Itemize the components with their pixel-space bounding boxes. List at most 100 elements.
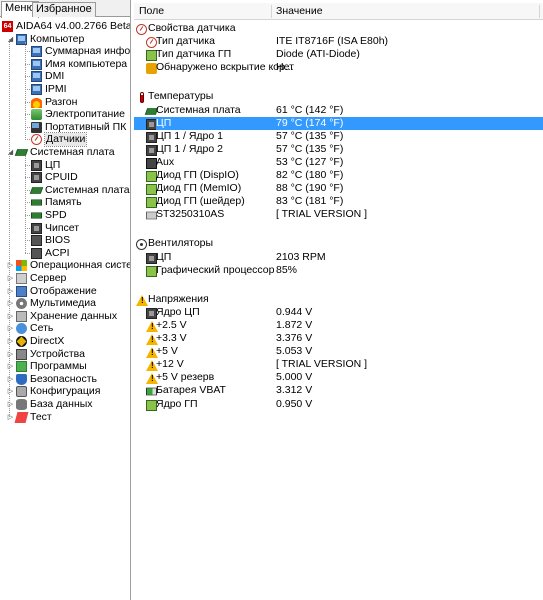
sensor-row[interactable]: Системная плата 61 °C (142 °F)	[134, 104, 543, 117]
tree-item-motherboard-child[interactable]: Память	[31, 196, 82, 209]
tree-item-motherboard[interactable]: Системная плата	[14, 146, 115, 159]
column-field[interactable]: Поле	[134, 3, 274, 20]
tree-item-root[interactable]: Безопасность	[16, 373, 97, 386]
benchmark-icon	[14, 411, 29, 423]
sensor-field: +3.3 V	[156, 332, 187, 344]
sensor-row[interactable]: Тип датчика ITE IT8716F (ISA E80h)	[134, 35, 543, 49]
tree-item-motherboard-child[interactable]: Чипсет	[31, 222, 79, 235]
sensor-value: 79 °C (174 °F)	[276, 116, 344, 129]
tree-item-label: База данных	[30, 398, 93, 410]
sensor-row[interactable]: ЦП 1 / Ядро 2 57 °C (135 °F)	[134, 143, 543, 156]
tree-item-computer-child[interactable]: IPMI	[31, 83, 67, 96]
tree-item-computer[interactable]: Компьютер	[16, 33, 84, 46]
bios-icon	[31, 235, 42, 247]
sensor-value: 85%	[276, 263, 298, 276]
sensor-group-header[interactable]: Свойства датчика	[134, 22, 543, 35]
tree-item-root[interactable]: DirectX	[16, 335, 64, 348]
sensor-value: 2103 RPM	[276, 250, 326, 263]
tree-item-computer-child[interactable]: Электропитание	[31, 108, 125, 121]
sensor-field: ЦП	[156, 250, 172, 263]
tree-item-root[interactable]: Операционная система	[16, 259, 131, 272]
sensor-value: 83 °C (181 °F)	[276, 195, 344, 208]
tree-item-computer-child[interactable]: Разгон	[31, 96, 77, 109]
tree-item-motherboard-child[interactable]: ЦП	[31, 159, 60, 172]
tree-item-root[interactable]: Сервер	[16, 272, 66, 285]
sensor-value: [ TRIAL VERSION ]	[276, 208, 368, 221]
sensor-row[interactable]: +2.5 V 1.872 V	[134, 319, 543, 332]
programs-icon	[16, 361, 27, 373]
tree-item-label: Операционная система	[30, 259, 131, 272]
tree-item-label: Программы	[30, 360, 87, 373]
tree-item-computer-child[interactable]: Датчики	[31, 132, 88, 147]
sensor-row[interactable]: +5 V резерв 5.000 V	[134, 371, 543, 385]
tree-item-motherboard-child[interactable]: ACPI	[31, 247, 70, 260]
tree-item-label: Безопасность	[30, 372, 97, 385]
group-title: Вентиляторы	[148, 237, 214, 250]
sensor-value: [ TRIAL VERSION ]	[276, 358, 368, 371]
sensor-field: Графический процессор	[156, 263, 275, 276]
tree-item-root[interactable]: Программы	[16, 360, 87, 373]
tree-root-aida64[interactable]: 64 AIDA64 v4.00.2766 Beta	[2, 20, 130, 33]
tree-item-label: Датчики	[43, 132, 88, 147]
tree-item-root[interactable]: Отображение	[16, 285, 97, 298]
tree-item-root[interactable]: Конфигурация	[16, 385, 100, 398]
sensor-value: Diode (ATI-Diode)	[276, 48, 360, 61]
sensor-row[interactable]: Диод ГП (MemIO) 88 °C (190 °F)	[134, 182, 543, 196]
tree-item-motherboard-child[interactable]: CPUID	[31, 171, 78, 184]
tree-item-root[interactable]: Хранение данных	[16, 310, 117, 323]
sensor-row[interactable]: Aux 53 °C (127 °F)	[134, 156, 543, 169]
tree-item-root[interactable]: Устройства	[16, 348, 85, 361]
sensor-group-header[interactable]: Температуры	[134, 90, 543, 104]
sensor-row[interactable]: +5 V 5.053 V	[134, 345, 543, 359]
tree-item-root[interactable]: Мультимедиа	[16, 297, 96, 310]
tree-item-computer-child[interactable]: Имя компьютера	[31, 58, 127, 71]
column-divider[interactable]	[539, 5, 540, 18]
sensor-row[interactable]: Диод ГП (DispIO) 82 °C (180 °F)	[134, 169, 543, 182]
sensor-value: 3.376 V	[276, 332, 313, 344]
sensor-row[interactable]: Диод ГП (шейдер) 83 °C (181 °F)	[134, 195, 543, 209]
column-value[interactable]: Значение	[271, 3, 541, 20]
sensor-field: Тип датчика	[156, 35, 215, 48]
tree-item-label: Электропитание	[45, 108, 125, 121]
sensor-row[interactable]: ST3250310AS [ TRIAL VERSION ]	[134, 208, 543, 221]
sensor-row[interactable]: Обнаружено вскрытие кор... Нет	[134, 61, 543, 75]
tree-item-computer-child[interactable]: Суммарная информа	[31, 45, 130, 58]
sensor-group-header[interactable]: Вентиляторы	[134, 237, 543, 251]
sensor-row[interactable]: Ядро ГП 0.950 V	[134, 398, 543, 411]
tree-item-root[interactable]: Сеть	[16, 322, 53, 335]
sensor-field: ЦП	[156, 116, 172, 130]
windows-icon	[16, 260, 27, 272]
sensor-row[interactable]: ЦП 79 °C (174 °F)	[134, 116, 543, 130]
group-title: Напряжения	[148, 292, 209, 305]
sensor-group-header[interactable]: Напряжения	[134, 293, 543, 306]
tree-item-root[interactable]: База данных	[16, 398, 93, 411]
warning-icon	[136, 294, 148, 306]
tree-item-motherboard-child[interactable]: SPD	[31, 209, 67, 222]
tree-item-label: DMI	[45, 70, 65, 83]
tree-item-motherboard-child[interactable]: Системная плата	[29, 184, 130, 197]
sensor-row[interactable]: Ядро ЦП 0.944 V	[134, 306, 543, 319]
tree-item-computer-child[interactable]: DMI	[31, 70, 64, 83]
tree-item-label: CPUID	[45, 171, 78, 184]
tree-item-motherboard-child[interactable]: BIOS	[31, 234, 70, 247]
tab-favorites[interactable]: Избранное	[32, 2, 96, 17]
sensor-field: Тип датчика ГП	[156, 48, 232, 61]
sensor-row[interactable]: Батарея VBAT 3.312 V	[134, 384, 543, 397]
tree-item-label: Имя компьютера	[45, 57, 128, 70]
sensor-row[interactable]: +3.3 V 3.376 V	[134, 332, 543, 345]
storage-icon	[16, 310, 27, 322]
tree-item-label: SPD	[45, 209, 67, 221]
tree-item-root[interactable]: Тест	[14, 411, 52, 424]
sensor-row[interactable]: Графический процессор 85%	[134, 264, 543, 277]
ram-icon	[31, 199, 42, 206]
sensor-row[interactable]: ЦП 1 / Ядро 1 57 °C (135 °F)	[134, 130, 543, 143]
navigation-pane: Меню Избранное 64 AIDA64 v4.00.2766 Beta К…	[0, 0, 131, 600]
monitor-icon	[31, 46, 42, 58]
tree-item-computer-child[interactable]: Портативный ПК	[31, 121, 126, 134]
sensor-row[interactable]: ЦП 2103 RPM	[134, 251, 543, 264]
cpu-icon	[31, 159, 42, 171]
sensor-row[interactable]: +12 V [ TRIAL VERSION ]	[134, 358, 543, 372]
tree-item-label: Мультимедиа	[30, 297, 96, 310]
sensor-row[interactable]: Тип датчика ГП Diode (ATI-Diode)	[134, 48, 543, 62]
security-icon	[16, 373, 27, 385]
